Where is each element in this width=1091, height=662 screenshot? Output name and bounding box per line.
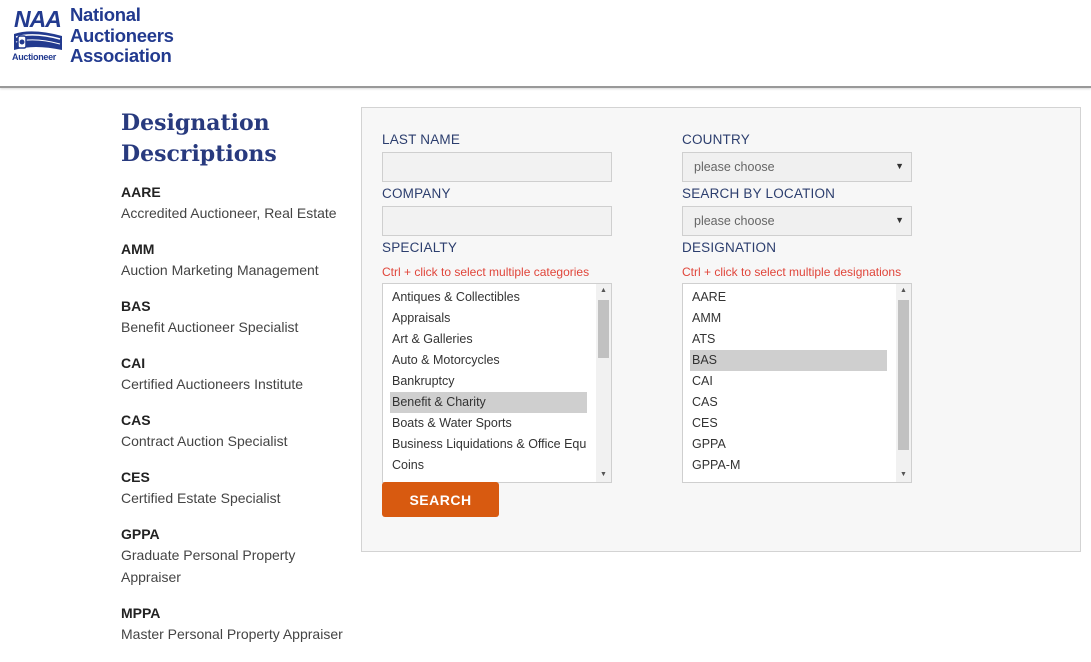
search-button[interactable]: SEARCH [382, 482, 499, 517]
specialty-listbox[interactable]: Antiques & Collectibles Appraisals Art & G… [382, 283, 612, 483]
logo-line-3: Association [70, 45, 172, 66]
designation-description: Graduate Personal Property Appraiser [121, 547, 296, 585]
designation-option[interactable]: CAS [690, 392, 887, 413]
designation-list: AARE Accredited Auctioneer, Real Estate AM… [121, 182, 351, 645]
specialty-scrollbar[interactable]: ▲ ▼ [596, 284, 611, 482]
sidebar-title-line-2: Descriptions [121, 141, 277, 167]
scroll-up-icon[interactable]: ▲ [596, 284, 611, 298]
designation-code: GPPA [121, 526, 160, 542]
designation-code: AMM [121, 241, 155, 257]
designation-item: AMM Auction Marketing Management [121, 239, 351, 281]
logo-naa-text: NAA [14, 6, 62, 32]
designation-item: CAI Certified Auctioneers Institute [121, 353, 351, 395]
designation-code: CAI [121, 355, 146, 371]
logo-line-2: Auctioneers [70, 24, 174, 46]
caret-down-icon: ▼ [895, 161, 904, 171]
designation-code: CAS [121, 412, 151, 428]
sidebar-title: Designation Descriptions [121, 108, 351, 170]
specialty-option[interactable]: Appraisals [390, 308, 587, 329]
designation-description: Accredited Auctioneer, Real Estate [121, 205, 337, 221]
designation-option[interactable]: CES [690, 413, 887, 434]
specialty-option[interactable]: Antiques & Collectibles [390, 287, 587, 308]
specialty-hint: Ctrl + click to select multiple categori… [382, 265, 590, 279]
specialty-option[interactable]: Bankruptcy [390, 371, 587, 392]
specialty-options: Antiques & Collectibles Appraisals Art & G… [390, 287, 587, 476]
specialty-option[interactable]: Business Liquidations & Office Equipr [390, 434, 587, 455]
designation-option[interactable]: GPPA [690, 434, 887, 455]
scroll-down-icon[interactable]: ▼ [596, 468, 611, 482]
designation-label: DESIGNATION [682, 240, 777, 255]
specialty-option[interactable]: Coins [390, 455, 587, 476]
sidebar-title-line-1: Designation [121, 110, 270, 136]
country-select-value: please choose [694, 160, 775, 174]
naa-logo[interactable]: NAA Auctioneer National Auctioneers Asso… [12, 4, 174, 67]
designation-option[interactable]: CAI [690, 371, 887, 392]
specialty-option[interactable]: Benefit & Charity [390, 392, 587, 413]
designation-scrollbar[interactable]: ▲ ▼ [896, 284, 911, 482]
location-select[interactable]: please choose ▼ [682, 206, 912, 236]
logo-wordmark: National Auctioneers Association [70, 4, 174, 67]
designation-description: Certified Estate Specialist [121, 490, 281, 506]
designation-description: Benefit Auctioneer Specialist [121, 319, 299, 335]
designation-option[interactable]: AMM [690, 308, 887, 329]
scroll-down-icon[interactable]: ▼ [896, 468, 911, 482]
designation-code: CES [121, 469, 150, 485]
last-name-label: LAST NAME [382, 132, 461, 147]
company-label: COMPANY [382, 186, 451, 201]
specialty-option[interactable]: Boats & Water Sports [390, 413, 587, 434]
last-name-input[interactable] [382, 152, 612, 182]
designation-hint: Ctrl + click to select multiple designat… [682, 265, 902, 279]
location-select-value: please choose [694, 214, 775, 228]
logo-line-1: National [70, 4, 141, 25]
designation-options: AARE AMM ATS BAS CAI CAS CES GPPA GPPA-M [690, 287, 887, 476]
scroll-up-icon[interactable]: ▲ [896, 284, 911, 298]
designation-listbox[interactable]: AARE AMM ATS BAS CAI CAS CES GPPA GPPA-M ▲ ▼ [682, 283, 912, 483]
designation-option[interactable]: BAS [690, 350, 887, 371]
specialty-option[interactable]: Art & Galleries [390, 329, 587, 350]
designation-description: Certified Auctioneers Institute [121, 376, 304, 392]
country-label: COUNTRY [682, 132, 750, 147]
member-search-form: LAST NAME COMPANY SPECIALTY Ctrl + click… [361, 107, 1081, 552]
designation-code: MPPA [121, 605, 161, 621]
location-label: SEARCH BY LOCATION [682, 186, 836, 201]
logo-auctioneer-text: Auctioneer [12, 52, 57, 62]
company-input[interactable] [382, 206, 612, 236]
site-header: NAA Auctioneer National Auctioneers Asso… [0, 0, 1091, 88]
scrollbar-thumb[interactable] [898, 300, 909, 450]
designation-sidebar: Designation Descriptions AARE Accredited … [121, 108, 351, 660]
designation-option[interactable]: AARE [690, 287, 887, 308]
designation-item: BAS Benefit Auctioneer Specialist [121, 296, 351, 338]
designation-description: Contract Auction Specialist [121, 433, 288, 449]
specialty-option[interactable]: Auto & Motorcycles [390, 350, 587, 371]
designation-option[interactable]: GPPA-M [690, 455, 887, 476]
designation-option[interactable]: ATS [690, 329, 887, 350]
specialty-label: SPECIALTY [382, 240, 458, 255]
designation-item: CAS Contract Auction Specialist [121, 410, 351, 452]
caret-down-icon: ▼ [895, 215, 904, 225]
designation-description: Master Personal Property Appraiser [121, 626, 343, 642]
designation-code: BAS [121, 298, 151, 314]
scrollbar-thumb[interactable] [598, 300, 609, 358]
designation-item: GPPA Graduate Personal Property Appraiser [121, 524, 351, 588]
designation-item: CES Certified Estate Specialist [121, 467, 351, 509]
country-select[interactable]: please choose ▼ [682, 152, 912, 182]
designation-item: MPPA Master Personal Property Appraiser [121, 603, 351, 645]
designation-code: AARE [121, 184, 161, 200]
designation-item: AARE Accredited Auctioneer, Real Estate [121, 182, 351, 224]
designation-description: Auction Marketing Management [121, 262, 319, 278]
